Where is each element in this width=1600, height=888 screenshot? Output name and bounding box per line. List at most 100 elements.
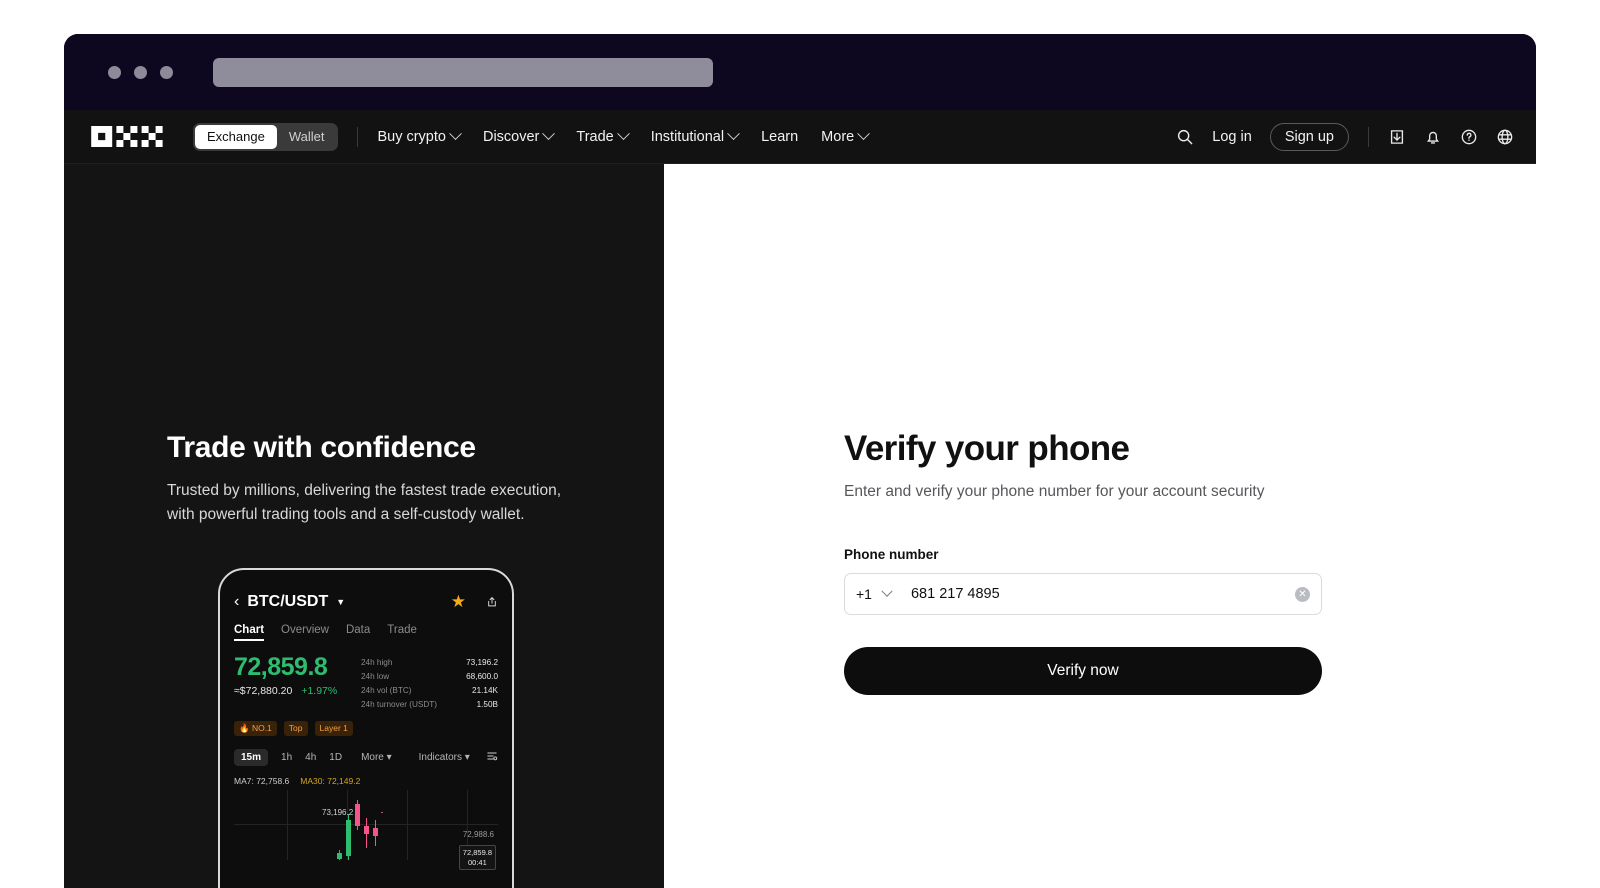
timeframe-1d: 1D [329, 752, 343, 764]
candle [355, 800, 360, 831]
nav-item-label: Trade [576, 128, 614, 145]
nav-item-more[interactable]: More [821, 127, 871, 145]
verification-panel: Verify your phone Enter and verify your … [664, 164, 1536, 888]
candle [373, 820, 378, 847]
login-button[interactable]: Log in [1212, 129, 1252, 145]
quote-left: 72,859.8 ≈$72,880.20 +1.97% [234, 653, 337, 712]
chart-axis-label: 72,988.6 [462, 830, 494, 840]
mockup-tab-data: Data [345, 624, 371, 636]
stat-value: 73,196.2 [466, 658, 498, 667]
address-bar[interactable] [213, 58, 713, 87]
promo-block: Trade with confidence Trusted by million… [167, 431, 567, 527]
badge-top: Top [283, 721, 308, 737]
candle [364, 818, 369, 849]
timeframe-bar: 15m 1h 4h 1D More ▾ Indicators ▾ [234, 749, 498, 767]
mockup-tab-chart: Chart [234, 624, 265, 641]
country-code-value[interactable]: +1 [856, 586, 872, 602]
stat-row: 24h low 68,600.0 [361, 670, 498, 684]
stat-row: 24h high 73,196.2 [361, 656, 498, 670]
maximize-icon[interactable] [160, 66, 173, 79]
candle [346, 814, 351, 861]
stat-value: 21.14K [472, 686, 498, 696]
market-stats: 24h high 73,196.2 24h low 68,600.0 24h v… [361, 653, 498, 712]
share-icon [486, 596, 498, 608]
chevron-down-icon [857, 127, 871, 141]
mockup-header: ‹ BTC/USDT ▼ ★ [234, 592, 498, 612]
caret-down-icon: ▼ [336, 597, 346, 607]
download-icon[interactable] [1388, 128, 1406, 146]
candle [337, 850, 342, 861]
promo-body: Trusted by millions, delivering the fast… [167, 482, 562, 524]
nav-item-institutional[interactable]: Institutional [651, 127, 740, 145]
nav-actions: Log in Sign up [1176, 122, 1514, 151]
search-icon[interactable] [1176, 128, 1194, 146]
pair-badges: 🔥 NO.1 Top Layer 1 [234, 721, 498, 737]
site-navbar: Exchange Wallet Buy crypto Discover Trad… [64, 110, 1536, 164]
trading-pair-label: BTC/USDT [247, 593, 329, 610]
mockup-quote: 72,859.8 ≈$72,880.20 +1.97% 24h high 73,… [234, 653, 498, 712]
minimize-icon[interactable] [134, 66, 147, 79]
candle-body [346, 820, 351, 857]
stat-key: 24h turnover (USDT) [361, 700, 437, 710]
chevron-down-icon[interactable] [881, 585, 893, 597]
high-marker-line [381, 812, 383, 814]
phone-number-input[interactable] [910, 586, 1295, 602]
chevron-left-icon: ‹ [234, 593, 240, 610]
stat-value: 68,600.0 [466, 672, 498, 682]
chevron-down-icon [727, 127, 740, 141]
nav-item-trade[interactable]: Trade [576, 127, 630, 145]
candle-body [337, 853, 342, 860]
product-switch: Exchange Wallet [193, 122, 339, 151]
quote-sub: ≈$72,880.20 +1.97% [234, 685, 337, 697]
browser-window: Exchange Wallet Buy crypto Discover Trad… [64, 34, 1536, 888]
promo-heading: Trade with confidence [167, 431, 476, 464]
signup-button[interactable]: Sign up [1269, 122, 1349, 151]
nav-links: Buy crypto Discover Trade Institutional … [377, 127, 871, 145]
timeframe-15m: 15m [234, 749, 269, 767]
star-icon: ★ [450, 592, 466, 611]
approx-price: ≈$72,880.20 [234, 685, 293, 697]
page-body: Trade with confidence Trusted by million… [64, 164, 1536, 888]
badge-layer1: Layer 1 [314, 721, 353, 737]
phone-mockup: ‹ BTC/USDT ▼ ★ Chart Overview Data Trade… [218, 568, 514, 888]
nav-item-buy-crypto[interactable]: Buy crypto [377, 127, 462, 145]
marker-time: 00:41 [468, 857, 487, 867]
stat-key: 24h high [361, 658, 393, 667]
phone-input-group: +1 ✕ [844, 573, 1322, 615]
ma30-label: MA30: 72,149.2 [300, 776, 361, 787]
current-price-marker: 72,859.8 00:41 [458, 845, 496, 871]
chevron-down-icon [542, 127, 556, 141]
chevron-down-icon [449, 127, 462, 141]
window-controls [108, 66, 173, 79]
segment-exchange[interactable]: Exchange [195, 124, 277, 149]
globe-icon[interactable] [1496, 128, 1514, 146]
browser-chrome [64, 34, 1536, 110]
nav-item-discover[interactable]: Discover [483, 127, 556, 145]
timeframe-1h: 1h [281, 752, 293, 764]
chevron-down-icon [616, 127, 630, 141]
last-price: 72,859.8 [234, 653, 328, 681]
nav-item-label: More [821, 128, 855, 145]
price-change: +1.97% [301, 685, 338, 697]
candle-body [364, 826, 369, 835]
candle-body [355, 804, 360, 827]
segment-wallet[interactable]: Wallet [277, 125, 337, 149]
ma7-label: MA7: 72,758.6 [234, 776, 290, 787]
nav-item-learn[interactable]: Learn [761, 129, 798, 145]
gridline [407, 790, 408, 861]
clear-input-icon[interactable]: ✕ [1295, 586, 1310, 602]
verify-now-button[interactable]: Verify now [844, 647, 1322, 695]
mockup-tab-overview: Overview [281, 624, 329, 636]
verify-phone-form: Verify your phone Enter and verify your … [844, 429, 1322, 695]
okx-logo[interactable] [91, 126, 167, 147]
close-icon[interactable] [108, 66, 121, 79]
stat-key: 24h vol (BTC) [361, 686, 412, 696]
candlestick-chart: 73,196.2 72,988.6 72,859.8 00:41 [234, 790, 498, 871]
help-icon[interactable] [1460, 128, 1478, 146]
timeframe-more: More ▾ [361, 752, 392, 764]
marker-price: 72,859.8 [462, 848, 492, 858]
mockup-tabs: Chart Overview Data Trade [234, 624, 498, 641]
bell-icon[interactable] [1424, 128, 1442, 146]
badge-no1: 🔥 NO.1 [234, 721, 277, 737]
stat-key: 24h low [361, 672, 390, 682]
